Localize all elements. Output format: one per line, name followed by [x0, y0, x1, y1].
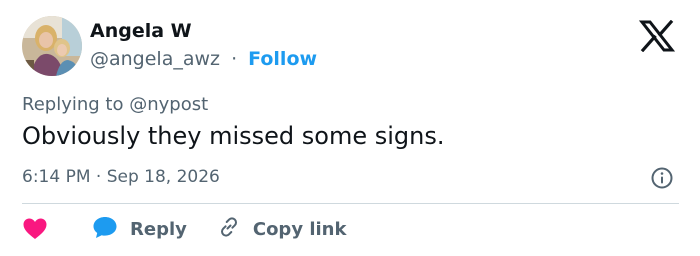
reply-button[interactable]: Reply: [92, 215, 187, 243]
x-logo-icon[interactable]: [637, 19, 677, 53]
author-handle[interactable]: @angela_awz: [90, 48, 220, 70]
reply-context: Replying to @nypost: [22, 94, 208, 115]
action-bar: Reply Copy link: [22, 214, 346, 244]
avatar[interactable]: [22, 16, 82, 76]
copy-link-button[interactable]: Copy link: [217, 215, 347, 243]
heart-icon: [22, 217, 48, 241]
author-handle-row: @angela_awz · Follow: [90, 48, 317, 70]
follow-button[interactable]: Follow: [248, 48, 317, 70]
like-button[interactable]: [22, 217, 92, 241]
reply-bubble-icon: [92, 215, 118, 243]
author-name[interactable]: Angela W: [90, 20, 192, 42]
divider: [22, 203, 679, 204]
reply-label: Reply: [130, 218, 187, 240]
info-icon[interactable]: [650, 166, 674, 190]
tweet-text: Obviously they missed some signs.: [22, 122, 445, 150]
copy-link-label: Copy link: [252, 218, 347, 240]
separator-dot: ·: [231, 48, 238, 70]
tweet-timestamp[interactable]: 6:14 PM · Sep 18, 2026: [22, 167, 220, 187]
reply-context-mention[interactable]: @nypost: [129, 94, 208, 115]
avatar-image: [22, 16, 82, 76]
reply-context-prefix: Replying to: [22, 94, 130, 115]
link-icon: [217, 215, 241, 243]
